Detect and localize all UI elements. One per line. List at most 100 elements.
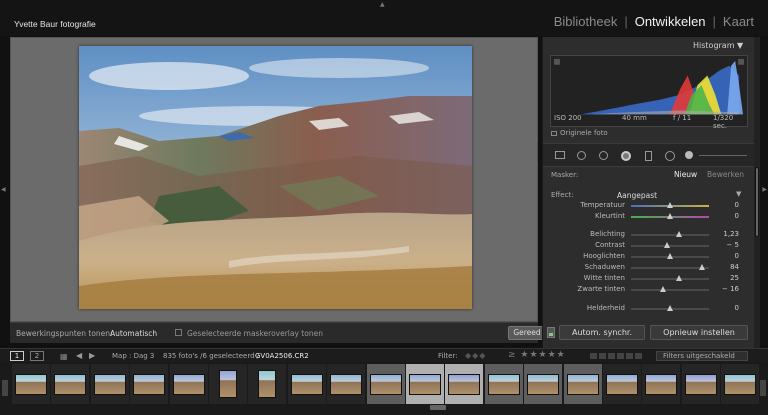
filmstrip-thumbnail[interactable] [645, 374, 678, 395]
slider-track[interactable] [631, 231, 709, 237]
filmstrip-thumbnail[interactable] [330, 374, 363, 395]
module-library[interactable]: Bibliotheek [554, 14, 618, 29]
current-filename[interactable]: GV0A2506.CR2 [255, 352, 309, 360]
crop-tool-icon[interactable] [555, 151, 565, 159]
primary-window-button[interactable]: 1 [10, 351, 24, 361]
slider-thumb[interactable] [660, 286, 667, 292]
slider-track[interactable] [631, 242, 709, 248]
filmstrip-thumbnail[interactable] [606, 374, 638, 395]
slider-track[interactable] [631, 275, 709, 281]
slider-track[interactable] [631, 305, 709, 311]
filmstrip-thumbnail[interactable] [290, 374, 323, 395]
filmstrip-cell[interactable] [90, 364, 129, 404]
filmstrip-thumbnail[interactable] [54, 374, 87, 395]
filmstrip-thumbnail[interactable] [448, 374, 481, 395]
slider-value[interactable]: − 16 [722, 285, 739, 293]
filmstrip-cell[interactable] [51, 364, 90, 404]
slider-row[interactable]: Zwarte tinten − 16 [543, 285, 755, 296]
spot-removal-icon[interactable] [577, 151, 586, 160]
original-photo-toggle[interactable]: Originele foto [551, 129, 608, 137]
slider-value[interactable]: 0 [735, 212, 739, 220]
filmstrip-cell[interactable] [721, 364, 760, 404]
filmstrip-cell[interactable] [563, 364, 602, 404]
filmstrip-cell[interactable] [524, 364, 563, 404]
slider-thumb[interactable] [666, 253, 673, 259]
effect-disclosure-icon[interactable]: ▼ [736, 190, 741, 198]
filmstrip-cell[interactable] [642, 364, 681, 404]
reset-button[interactable]: Opnieuw instellen [650, 325, 748, 340]
slider-row[interactable]: Helderheid 0 [543, 304, 755, 315]
slider-row[interactable]: Contrast − 5 [543, 241, 755, 252]
slider-thumb[interactable] [664, 242, 671, 248]
main-image-view[interactable] [10, 37, 538, 322]
slider-thumb[interactable] [666, 202, 673, 208]
mask-new-button[interactable]: Nieuw [674, 170, 697, 179]
red-eye-icon[interactable] [599, 151, 608, 160]
slider-value[interactable]: 1,23 [723, 230, 739, 238]
slider-row[interactable]: Kleurtint 0 [543, 212, 755, 223]
filmstrip-scroll-left[interactable] [2, 380, 8, 396]
star-rating-filter[interactable]: ≥ ★★★★★ [508, 350, 566, 360]
auto-sync-button[interactable]: Autom. synchr. [559, 325, 645, 340]
slider-thumb[interactable] [675, 231, 682, 237]
slider-thumb[interactable] [666, 305, 673, 311]
shadow-clip-icon[interactable] [553, 58, 560, 65]
filmstrip-cell[interactable] [12, 364, 50, 404]
adjustment-brush-icon[interactable] [685, 151, 693, 159]
filmstrip-thumbnail[interactable] [369, 374, 402, 395]
filmstrip-thumbnail[interactable] [93, 374, 126, 395]
scrollbar-thumb[interactable] [755, 167, 759, 237]
filmstrip-thumbnail[interactable] [684, 374, 717, 395]
mask-tool-icon[interactable] [621, 151, 631, 161]
auto-sync-toggle[interactable] [547, 327, 555, 338]
flag-filter-icons[interactable]: ◆◆◆ [465, 351, 486, 360]
edit-pins-select[interactable]: Automatisch [110, 329, 157, 338]
filmstrip-scrollbar-thumb[interactable] [430, 405, 446, 410]
secondary-window-button[interactable]: 2 [30, 351, 44, 361]
radial-filter-icon[interactable] [665, 151, 675, 161]
collapse-triangle-icon[interactable]: ▼ [737, 41, 743, 50]
collapse-left-icon[interactable]: ◀ [1, 186, 6, 193]
filmstrip-thumbnail[interactable] [133, 374, 166, 395]
filmstrip-thumbnail[interactable] [566, 374, 599, 395]
color-label-filter[interactable] [590, 353, 642, 359]
slider-value[interactable]: 0 [735, 304, 739, 312]
filmstrip-cell[interactable] [169, 364, 208, 404]
filmstrip-thumbnail[interactable] [487, 374, 520, 395]
brush-size-track[interactable] [699, 155, 747, 156]
source-label[interactable]: Map : Dag 3 [112, 352, 154, 360]
filmstrip-cell[interactable] [603, 364, 641, 404]
slider-thumb[interactable] [699, 264, 706, 270]
filmstrip-thumbnail[interactable] [527, 374, 560, 395]
histogram-title[interactable]: Histogram ▼ [693, 41, 743, 50]
filmstrip-thumbnail[interactable] [172, 374, 205, 395]
filmstrip-thumbnail[interactable] [15, 374, 47, 395]
forward-arrow-icon[interactable]: ▶ [89, 351, 95, 360]
filmstrip-thumbnail[interactable] [409, 374, 441, 395]
slider-row[interactable]: Belichting 1,23 [543, 230, 755, 241]
filmstrip-thumbnail[interactable] [724, 374, 757, 395]
slider-value[interactable]: − 5 [726, 241, 739, 249]
back-arrow-icon[interactable]: ◀ [76, 351, 82, 360]
slider-thumb[interactable] [675, 275, 682, 281]
graduated-filter-icon[interactable] [645, 151, 652, 161]
filmstrip-cell[interactable] [445, 364, 484, 404]
effect-preset-select[interactable]: Aangepast [617, 191, 657, 200]
grid-view-icon[interactable]: ▦ [60, 352, 68, 361]
slider-value[interactable]: 25 [730, 274, 739, 282]
landscape-photo[interactable] [79, 46, 472, 309]
slider-row[interactable]: Schaduwen 84 [543, 263, 755, 274]
module-map[interactable]: Kaart [723, 14, 754, 29]
collapse-right-icon[interactable]: ▶ [762, 186, 767, 193]
filmstrip-cell[interactable] [406, 364, 444, 404]
slider-row[interactable]: Hooglichten 0 [543, 252, 755, 263]
slider-row[interactable]: Witte tinten 25 [543, 274, 755, 285]
module-develop[interactable]: Ontwikkelen [635, 14, 706, 29]
slider-track[interactable] [631, 213, 709, 219]
slider-row[interactable]: Temperatuur 0 [543, 201, 755, 212]
filmstrip-cell[interactable] [484, 364, 523, 404]
filmstrip-cell[interactable] [248, 364, 287, 404]
slider-track[interactable] [631, 264, 709, 270]
filmstrip-cell[interactable] [209, 364, 247, 404]
filmstrip-cell[interactable] [130, 364, 169, 404]
